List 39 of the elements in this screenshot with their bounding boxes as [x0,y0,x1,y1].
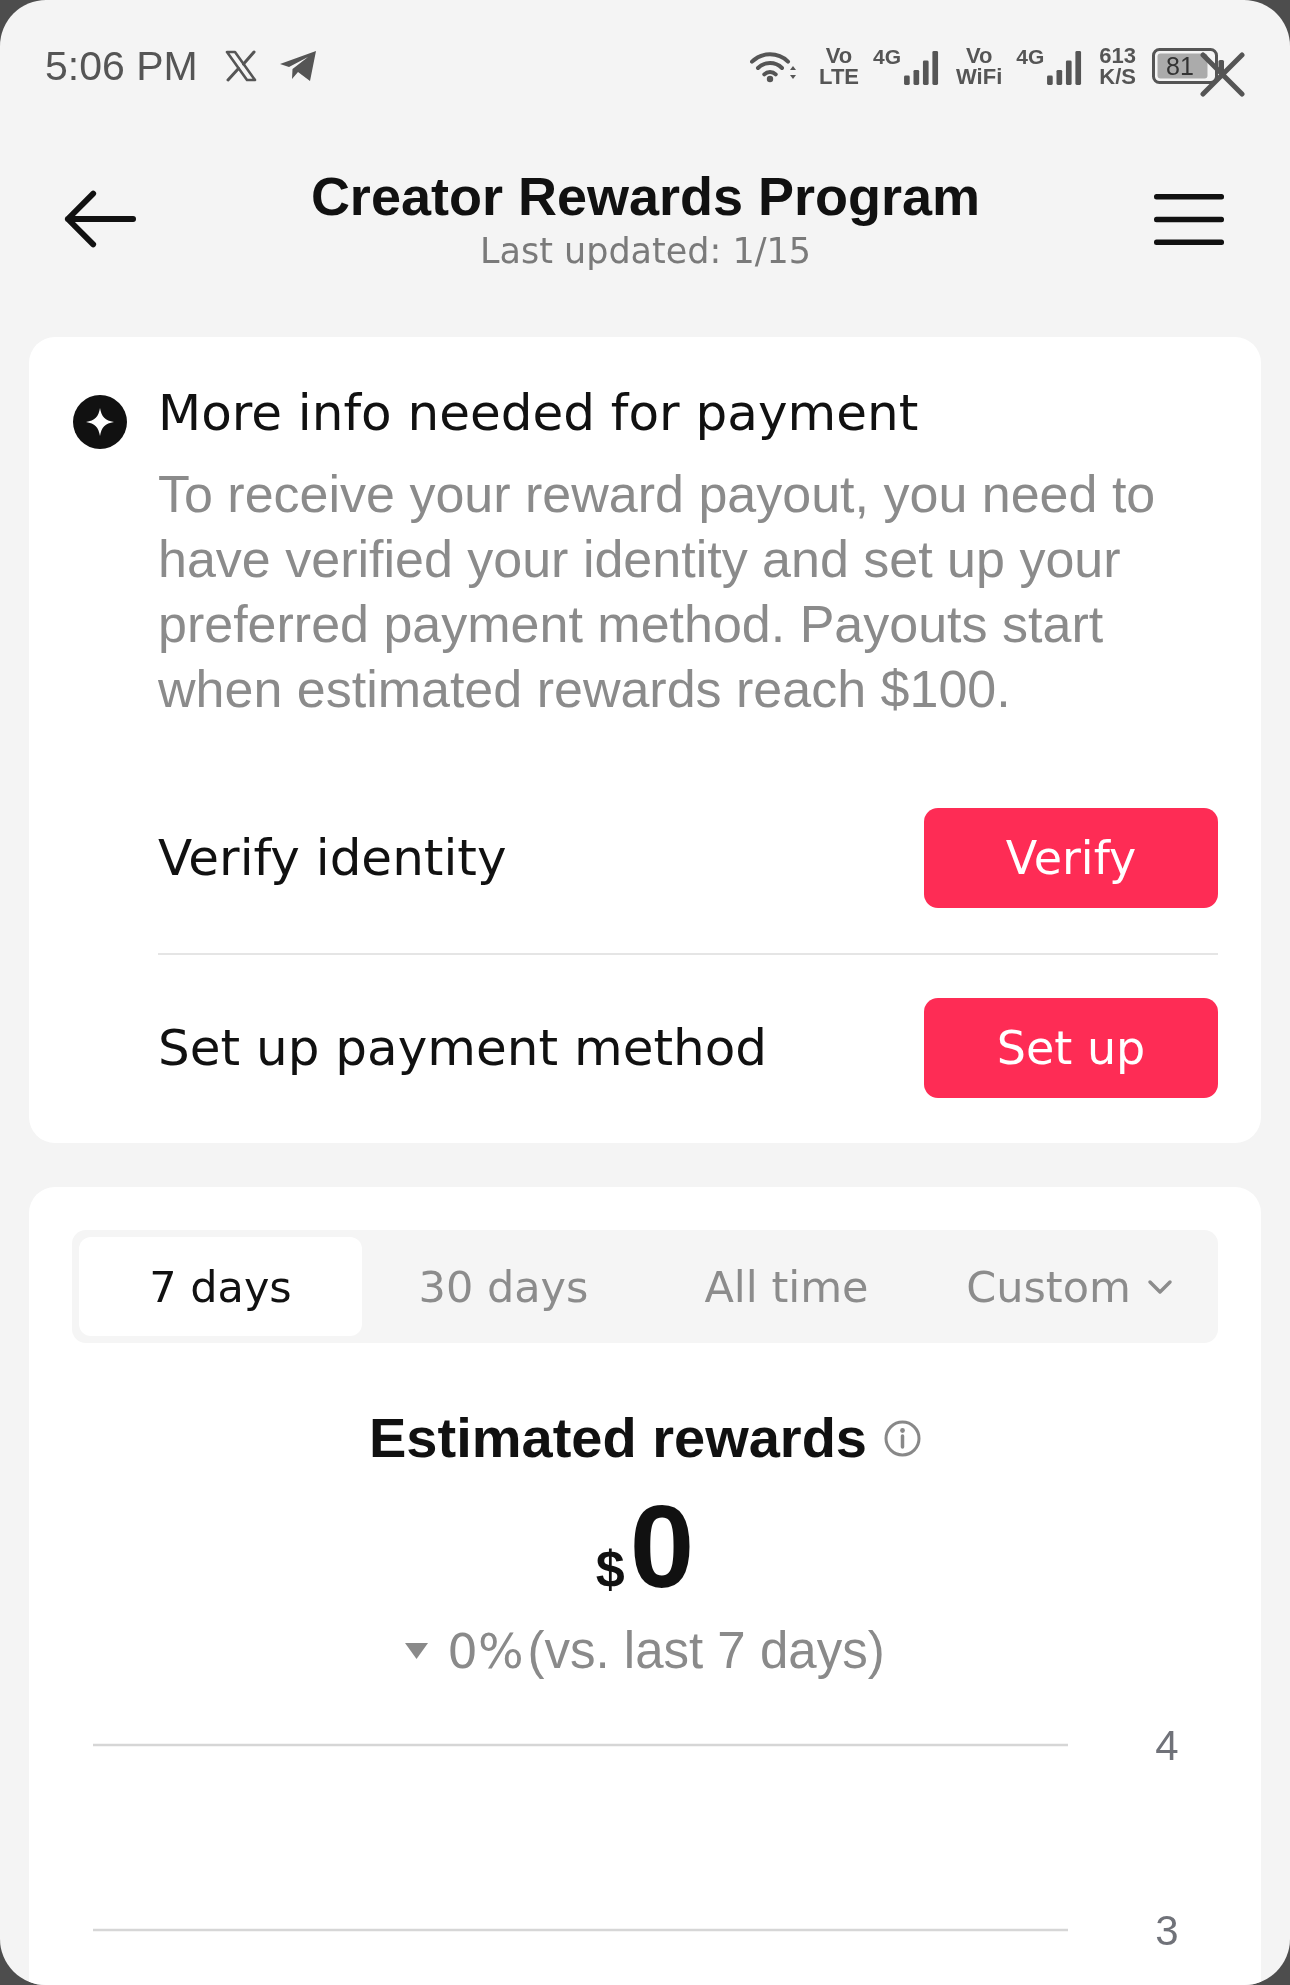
action-button[interactable]: Verify [924,808,1218,908]
letter-x-icon [224,50,257,82]
status-label: K/S [1099,66,1136,87]
notice-text: To receive your reward payout, you need to have verified your identity and set up your preferred payment method. Payouts start when estimated rewards reach $100. [158,464,1157,720]
battery-icon [1152,48,1225,84]
period-tab[interactable]: 7 days [79,1237,362,1336]
status-label: Vo [825,45,853,66]
chevron-down-icon [1146,1278,1173,1295]
page-title: Creator Rewards Program [310,165,981,228]
info-icon[interactable] [884,1419,921,1457]
menu-icon[interactable] [1154,193,1224,245]
comparison-text: (vs. last 7 days) [527,1621,885,1681]
back-icon[interactable] [63,188,137,250]
notice-title: More info needed for payment [158,383,920,444]
last-updated-text: Last updated: 1/15 [479,230,812,273]
sparkle-icon [73,395,127,449]
triangle-down-icon [405,1643,429,1659]
status-label: WiFi [956,66,1003,87]
period-tab[interactable]: 30 days [362,1237,645,1336]
status-label: 613 [1099,45,1136,66]
task-label: Verify identity [158,828,507,888]
task-label: Set up payment method [158,1018,768,1078]
action-button[interactable]: Set up [924,998,1218,1098]
rewards-amount: 0 [629,1487,695,1607]
cross-icon [1200,52,1245,97]
axis-label: 3 [1155,1906,1179,1954]
paper-plane-icon [278,50,317,82]
network-type-label: 4G [873,47,902,67]
period-tab[interactable]: All time [645,1237,928,1336]
change-percent: 0% [447,1622,524,1681]
axis-label: 4 [1155,1721,1179,1769]
period-tab[interactable]: Custom [928,1237,1211,1336]
status-label: LTE [819,66,859,87]
battery-percent: 81 [1166,52,1194,80]
currency-symbol: $ [595,1539,625,1600]
rewards-title: Estimated rewards [369,1405,867,1471]
status-label: Vo [965,45,993,66]
network-type-label: 4G [1016,47,1045,67]
status-time: 5:06 PM [45,42,198,90]
